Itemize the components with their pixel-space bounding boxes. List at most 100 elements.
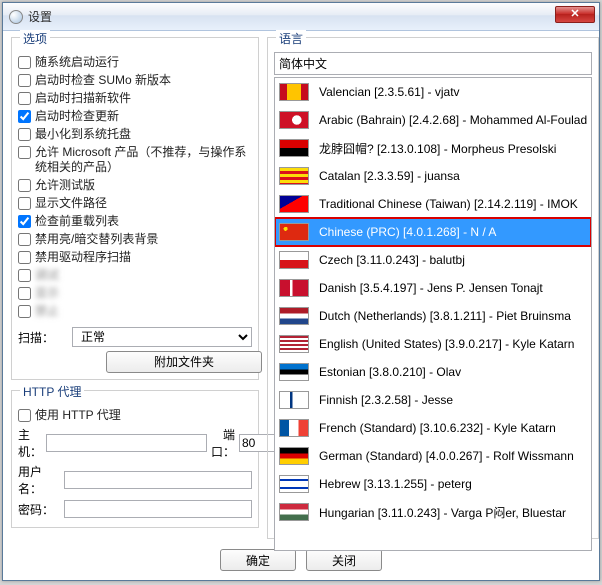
flag-icon: [279, 363, 309, 381]
option-label: 检查前重载列表: [35, 214, 119, 229]
language-item[interactable]: Finnish [2.3.2.58] - Jesse: [275, 386, 591, 414]
option-checkbox-x3[interactable]: [18, 305, 31, 318]
option-label: 启动时检查 SUMo 新版本: [35, 73, 171, 88]
language-item[interactable]: Dutch (Netherlands) [3.8.1.211] - Piet B…: [275, 302, 591, 330]
option-label: 最小化到系统托盘: [35, 127, 131, 142]
close-button[interactable]: 关闭: [306, 549, 382, 571]
language-item-label: Catalan [2.3.3.59] - juansa: [319, 169, 460, 183]
option-checkbox-checklist[interactable]: [18, 215, 31, 228]
language-item-label: German (Standard) [4.0.0.267] - Rolf Wis…: [319, 449, 574, 463]
language-group: 语言 简体中文 Valencian [2.3.5.61] - vjatvArab…: [267, 37, 599, 539]
option-row: 随系统启动运行: [18, 55, 252, 70]
option-row: 禁用驱动程序扫描: [18, 250, 252, 265]
option-label: 启动时扫描新软件: [35, 91, 131, 106]
option-checkbox-scan_new[interactable]: [18, 92, 31, 105]
flag-icon: [279, 251, 309, 269]
option-label: 禁用亮/暗交替列表背景: [35, 232, 158, 247]
proxy-group: HTTP 代理 使用 HTTP 代理 主机： 端口： 用户名： 密码：: [11, 390, 259, 528]
user-label: 用户名：: [18, 463, 60, 497]
option-checkbox-showpath[interactable]: [18, 197, 31, 210]
flag-icon: [279, 307, 309, 325]
language-item-label: Valencian [2.3.5.61] - vjatv: [319, 85, 460, 99]
option-row: 启动时扫描新软件: [18, 91, 252, 106]
ok-button[interactable]: 确定: [220, 549, 296, 571]
option-row: 启动时检查更新: [18, 109, 252, 124]
flag-icon: [279, 503, 309, 521]
option-checkbox-beta[interactable]: [18, 179, 31, 192]
language-item-label: English (United States) [3.9.0.217] - Ky…: [319, 337, 574, 351]
option-checkbox-disable_drv[interactable]: [18, 251, 31, 264]
window-title: 设置: [28, 8, 52, 25]
pass-input[interactable]: [64, 500, 252, 518]
option-label: 显示: [35, 286, 59, 301]
option-checkbox-msprod[interactable]: [18, 146, 31, 159]
language-item[interactable]: French (Standard) [3.10.6.232] - Kyle Ka…: [275, 414, 591, 442]
option-checkbox-x1[interactable]: [18, 269, 31, 282]
language-header: 简体中文: [274, 52, 592, 75]
option-checkbox-disable_bg[interactable]: [18, 233, 31, 246]
language-item[interactable]: German (Standard) [4.0.0.267] - Rolf Wis…: [275, 442, 591, 470]
flag-icon: [279, 195, 309, 213]
pass-label: 密码：: [18, 501, 60, 518]
option-label: 禁止: [35, 304, 59, 319]
flag-icon: [279, 223, 309, 241]
language-item-label: Czech [3.11.0.243] - balutbj: [319, 253, 465, 267]
proxy-group-label: HTTP 代理: [20, 383, 84, 400]
language-item[interactable]: Arabic (Bahrain) [2.4.2.68] - Mohammed A…: [275, 106, 591, 134]
language-item-label: Chinese (PRC) [4.0.1.268] - N / A: [319, 225, 496, 239]
option-label: 随系统启动运行: [35, 55, 119, 70]
option-row: 显示: [18, 286, 252, 301]
option-row: 允许测试版: [18, 178, 252, 193]
attach-folder-button[interactable]: 附加文件夹: [106, 351, 262, 373]
language-group-label: 语言: [276, 30, 306, 47]
option-row: 显示文件路径: [18, 196, 252, 211]
flag-icon: [279, 447, 309, 465]
language-item[interactable]: Hungarian [3.11.0.243] - Varga P闷er, Blu…: [275, 498, 591, 526]
option-checkbox-tray[interactable]: [18, 128, 31, 141]
option-row: 禁用亮/暗交替列表背景: [18, 232, 252, 247]
option-checkbox-sumo[interactable]: [18, 74, 31, 87]
language-item[interactable]: English (United States) [3.9.0.217] - Ky…: [275, 330, 591, 358]
option-row: 最小化到系统托盘: [18, 127, 252, 142]
app-icon: [9, 10, 23, 24]
language-item[interactable]: Chinese (PRC) [4.0.1.268] - N / A: [275, 218, 591, 246]
language-item[interactable]: Traditional Chinese (Taiwan) [2.14.2.119…: [275, 190, 591, 218]
use-proxy-label: 使用 HTTP 代理: [35, 408, 121, 423]
option-row: 检查前重载列表: [18, 214, 252, 229]
option-checkbox-x2[interactable]: [18, 287, 31, 300]
option-label: 调试: [35, 268, 59, 283]
language-item-label: Estonian [3.8.0.210] - Olav: [319, 365, 461, 379]
option-checkbox-check_update[interactable]: [18, 110, 31, 123]
option-label: 允许 Microsoft 产品（不推荐，与操作系统相关的产品）: [35, 145, 252, 175]
option-label: 允许测试版: [35, 178, 95, 193]
use-proxy-checkbox[interactable]: [18, 409, 31, 422]
option-checkbox-startup[interactable]: [18, 56, 31, 69]
user-input[interactable]: [64, 471, 252, 489]
language-item-label: 龙脖囧帽? [2.13.0.108] - Morpheus Presolski: [319, 140, 556, 157]
close-icon[interactable]: ✕: [555, 6, 595, 23]
language-item-label: French (Standard) [3.10.6.232] - Kyle Ka…: [319, 421, 556, 435]
language-item[interactable]: 龙脖囧帽? [2.13.0.108] - Morpheus Presolski: [275, 134, 591, 162]
option-label: 启动时检查更新: [35, 109, 119, 124]
language-item[interactable]: Czech [3.11.0.243] - balutbj: [275, 246, 591, 274]
options-group: 选项 随系统启动运行启动时检查 SUMo 新版本启动时扫描新软件启动时检查更新最…: [11, 37, 259, 380]
option-label: 禁用驱动程序扫描: [35, 250, 131, 265]
option-label: 显示文件路径: [35, 196, 107, 211]
flag-icon: [279, 83, 309, 101]
language-item[interactable]: Valencian [2.3.5.61] - vjatv: [275, 78, 591, 106]
language-item-label: Hebrew [3.13.1.255] - peterg: [319, 477, 472, 491]
language-list[interactable]: Valencian [2.3.5.61] - vjatv Arabic (Bahr…: [274, 77, 592, 551]
language-item[interactable]: Estonian [3.8.0.210] - Olav: [275, 358, 591, 386]
language-item-label: Traditional Chinese (Taiwan) [2.14.2.119…: [319, 197, 578, 211]
settings-window: 设置 ✕ 选项 随系统启动运行启动时检查 SUMo 新版本启动时扫描新软件启动时…: [2, 2, 600, 581]
scan-select[interactable]: 正常: [72, 327, 252, 347]
flag-icon: [279, 111, 309, 129]
language-item[interactable]: Catalan [2.3.3.59] - juansa: [275, 162, 591, 190]
titlebar[interactable]: 设置 ✕: [3, 3, 599, 31]
flag-icon: [279, 391, 309, 409]
language-item[interactable]: Danish [3.5.4.197] - Jens P. Jensen Tona…: [275, 274, 591, 302]
language-item[interactable]: Hebrew [3.13.1.255] - peterg: [275, 470, 591, 498]
flag-icon: [279, 475, 309, 493]
host-label: 主机：: [18, 426, 42, 460]
host-input[interactable]: [46, 434, 207, 452]
